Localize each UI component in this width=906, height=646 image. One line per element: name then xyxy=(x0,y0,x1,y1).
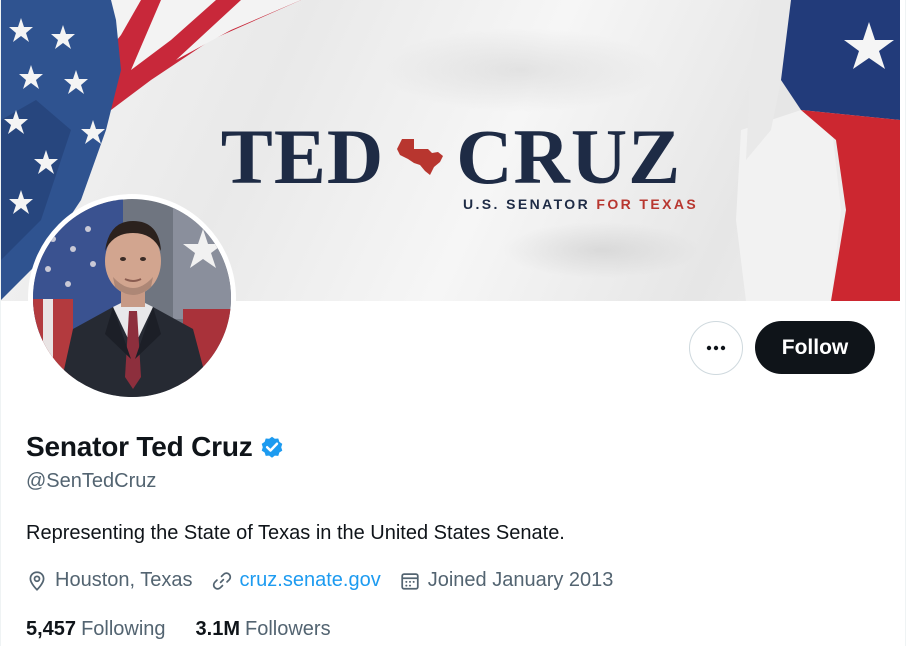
following-stat[interactable]: 5,457 Following xyxy=(26,618,166,641)
link-icon xyxy=(212,571,231,590)
banner-subtitle: U.S. SENATOR FOR TEXAS xyxy=(463,196,698,212)
texas-flag-image xyxy=(736,0,900,301)
profile-bio: Representing the State of Texas in the U… xyxy=(26,522,565,544)
texas-star-icon xyxy=(394,135,446,179)
banner-subtitle-accent: FOR TEXAS xyxy=(596,196,699,212)
verified-badge-icon[interactable] xyxy=(259,434,285,460)
follow-button[interactable]: Follow xyxy=(755,321,875,374)
location-text: Houston, Texas xyxy=(55,569,193,591)
user-handle: @SenTedCruz xyxy=(26,470,157,492)
joined-text: Joined January 2013 xyxy=(427,569,614,591)
profile-avatar[interactable] xyxy=(28,194,236,402)
website-item[interactable]: cruz.senate.gov xyxy=(211,569,381,592)
followers-stat[interactable]: 3.1M Followers xyxy=(196,618,331,641)
profile-meta: Houston, Texas cruz.senate.gov Joined Ja… xyxy=(26,569,631,592)
following-label: Following xyxy=(81,618,166,640)
followers-label: Followers xyxy=(245,618,331,640)
display-name: Senator Ted Cruz xyxy=(26,431,253,462)
name-row: Senator Ted Cruz xyxy=(26,431,285,463)
banner-subtitle-main: U.S. SENATOR xyxy=(463,196,591,212)
location-pin-icon xyxy=(29,570,45,591)
calendar-icon xyxy=(401,572,419,590)
website-link[interactable]: cruz.senate.gov xyxy=(240,569,381,592)
banner-title-left: TED xyxy=(220,113,385,200)
followers-count: 3.1M xyxy=(195,618,241,640)
joined-item: Joined January 2013 xyxy=(399,569,614,592)
location-item: Houston, Texas xyxy=(26,569,193,592)
banner-title-right: CRUZ xyxy=(456,113,682,200)
more-options-button[interactable] xyxy=(689,321,743,375)
following-count: 5,457 xyxy=(26,618,77,640)
banner-title: TED CRUZ xyxy=(211,118,691,196)
more-horizontal-icon xyxy=(706,345,726,351)
profile-header: TED CRUZ U.S. SENATOR FOR TEXAS Follow S… xyxy=(0,0,906,646)
profile-stats: 5,457 Following 3.1M Followers xyxy=(26,618,361,641)
